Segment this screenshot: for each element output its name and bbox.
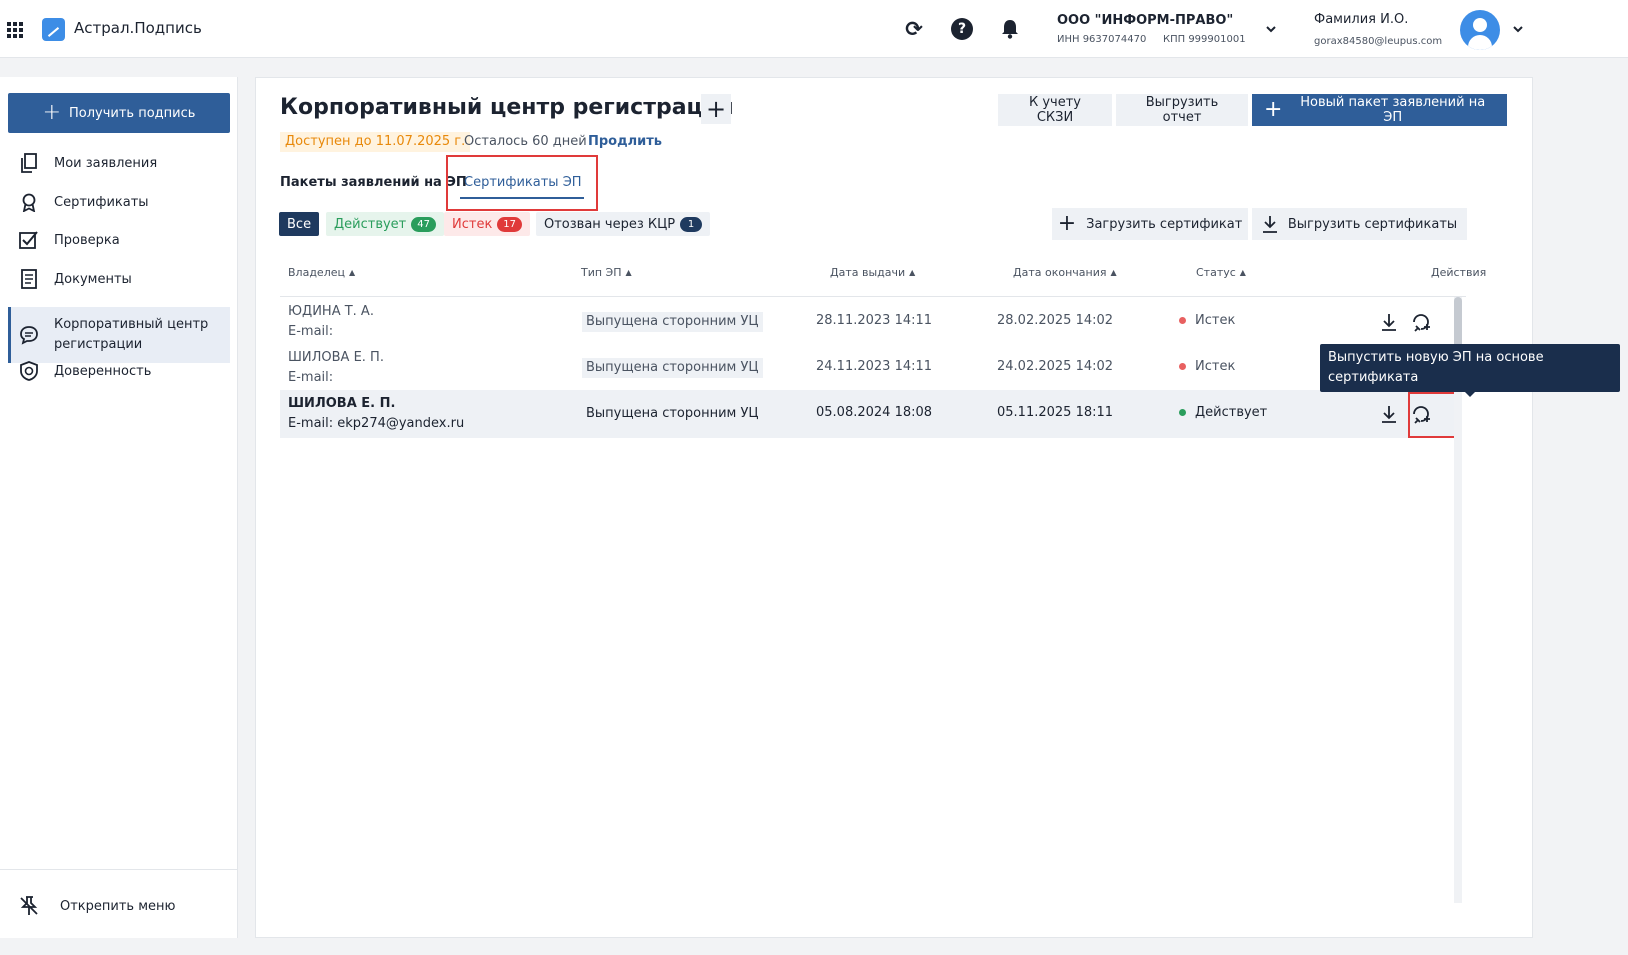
upload-certificate-button[interactable]: + Загрузить сертификат: [1052, 208, 1248, 240]
issued-date: 24.11.2023 14:11: [816, 359, 933, 374]
owner-name: ЮДИНА Т. А.: [288, 304, 374, 319]
type-badge: Выпущена сторонним УЦ: [586, 406, 759, 421]
unpin-icon: [18, 895, 40, 917]
sync-icon[interactable]: ⟳: [902, 17, 926, 41]
sidebar-item-certificates[interactable]: Сертификаты: [8, 191, 230, 213]
column-issued[interactable]: Дата выдачи ▲: [830, 266, 915, 279]
status-badge: Истек: [1179, 313, 1235, 328]
org-inn: ИНН 9637074470: [1057, 34, 1147, 45]
owner-email: E-mail: ekp274@yandex.ru: [288, 416, 465, 431]
reissue-certificate-icon[interactable]: [1410, 403, 1432, 425]
count-badge: 1: [680, 216, 703, 232]
table-header-divider: [280, 296, 1466, 297]
owner-email: E-mail:: [288, 370, 334, 385]
sort-icon: ▲: [1239, 268, 1246, 277]
days-left-text: Осталось 60 дней: [464, 134, 587, 149]
new-package-button[interactable]: + Новый пакет заявлений на ЭП: [1252, 94, 1507, 126]
table-row[interactable]: ЮДИНА Т. А. E-mail: Выпущена сторонним У…: [280, 298, 1454, 346]
certificate-icon: [18, 191, 40, 213]
app-logo-icon: [42, 18, 65, 41]
chevron-down-icon[interactable]: [1511, 22, 1525, 36]
user-name[interactable]: Фамилия И.О.: [1314, 12, 1408, 27]
filter-expired[interactable]: Истек 17: [444, 212, 531, 236]
org-kpp: КПП 999901001: [1163, 34, 1246, 45]
plus-icon: +: [42, 100, 61, 125]
chat-bubble-icon: [18, 324, 40, 346]
expiry-date: 24.02.2025 14:02: [997, 359, 1114, 374]
plus-icon: +: [1264, 97, 1283, 122]
column-type[interactable]: Тип ЭП ▲: [581, 266, 632, 279]
sidebar: + Получить подпись Мои заявления Сертифи…: [0, 77, 238, 938]
main-panel: Корпоративный центр регистрации + Доступ…: [255, 77, 1533, 938]
availability-badge: Доступен до 11.07.2025 г.: [280, 132, 471, 152]
export-report-button[interactable]: Выгрузить отчет: [1116, 94, 1248, 126]
help-icon[interactable]: ?: [950, 17, 974, 41]
avatar[interactable]: [1460, 10, 1500, 50]
owner-email: E-mail:: [288, 324, 334, 339]
filter-active[interactable]: Действует 47: [326, 212, 444, 236]
download-icon: [1262, 216, 1277, 233]
sidebar-item-corporate-center[interactable]: Корпоративный центр регистрации: [8, 307, 230, 363]
count-badge: 47: [411, 216, 436, 232]
org-name[interactable]: ООО "ИНФОРМ-ПРАВО": [1057, 13, 1233, 28]
download-icon[interactable]: [1378, 403, 1400, 425]
add-button[interactable]: +: [701, 94, 731, 124]
sort-icon: ▲: [348, 268, 356, 277]
tooltip: Выпустить новую ЭП на основе сертификата: [1320, 344, 1620, 397]
app-title[interactable]: Астрал.Подпись: [74, 19, 202, 37]
sidebar-item-power-of-attorney[interactable]: Доверенность: [8, 360, 230, 382]
get-signature-button[interactable]: + Получить подпись: [8, 93, 230, 133]
owner-name: ШИЛОВА Е. П.: [288, 350, 384, 365]
column-expires[interactable]: Дата окончания ▲: [1013, 266, 1117, 279]
unpin-menu-button[interactable]: Открепить меню: [18, 895, 175, 917]
download-icon[interactable]: [1378, 311, 1400, 333]
bell-icon[interactable]: [998, 17, 1022, 41]
reissue-certificate-icon[interactable]: [1410, 311, 1432, 333]
type-badge: Выпущена сторонним УЦ: [582, 312, 763, 332]
column-actions: Действия: [1431, 266, 1487, 279]
status-badge: Действует: [1179, 405, 1267, 420]
checkbox-icon: [18, 229, 40, 251]
filter-all[interactable]: Все: [279, 212, 320, 236]
status-dot: [1179, 317, 1186, 324]
sort-icon: ▲: [1110, 268, 1117, 277]
sidebar-item-verification[interactable]: Проверка: [8, 229, 230, 251]
top-header: Астрал.Подпись ⟳ ? ООО "ИНФОРМ-ПРАВО" ИН…: [0, 0, 1628, 58]
active-tab-indicator: [460, 197, 584, 199]
extend-link[interactable]: Продлить: [588, 134, 662, 149]
tab-certificates[interactable]: Сертификаты ЭП: [464, 175, 582, 190]
chevron-down-icon[interactable]: [1264, 22, 1278, 36]
tab-packages[interactable]: Пакеты заявлений на ЭП: [280, 175, 466, 190]
shield-icon: [18, 360, 40, 382]
type-badge: Выпущена сторонним УЦ: [582, 358, 763, 378]
filter-revoked[interactable]: Отозван через КЦР 1: [536, 212, 711, 236]
table-row[interactable]: ШИЛОВА Е. П. E-mail: Выпущена сторонним …: [280, 344, 1454, 392]
sort-icon: ▲: [625, 268, 632, 277]
sidebar-item-documents[interactable]: Документы: [8, 268, 230, 290]
document-lines-icon: [18, 268, 40, 290]
count-badge: 17: [497, 216, 523, 232]
sidebar-item-applications[interactable]: Мои заявления: [8, 152, 230, 174]
issued-date: 05.08.2024 18:08: [816, 405, 933, 420]
user-email: gorax84580@leupus.com: [1314, 36, 1443, 47]
status-dot: [1179, 363, 1186, 370]
expiry-date: 28.02.2025 14:02: [997, 313, 1114, 328]
sort-icon: ▲: [909, 268, 916, 277]
documents-stack-icon: [18, 152, 40, 174]
owner-name: ШИЛОВА Е. П.: [288, 396, 396, 411]
apps-grid-icon[interactable]: [7, 22, 23, 38]
export-certificates-button[interactable]: Выгрузить сертификаты: [1252, 208, 1467, 240]
status-badge: Истек: [1179, 359, 1235, 374]
sidebar-divider: [0, 869, 238, 870]
status-dot: [1179, 409, 1186, 416]
column-owner[interactable]: Владелец ▲: [288, 266, 355, 279]
plus-icon: +: [1057, 211, 1077, 236]
page-title: Корпоративный центр регистрации: [280, 95, 734, 120]
column-status[interactable]: Статус ▲: [1196, 266, 1246, 279]
issued-date: 28.11.2023 14:11: [816, 313, 933, 328]
expiry-date: 05.11.2025 18:11: [997, 405, 1114, 420]
skzi-button[interactable]: К учету СКЗИ: [998, 94, 1112, 126]
table-row[interactable]: ШИЛОВА Е. П. E-mail: ekp274@yandex.ru Вы…: [280, 390, 1454, 438]
